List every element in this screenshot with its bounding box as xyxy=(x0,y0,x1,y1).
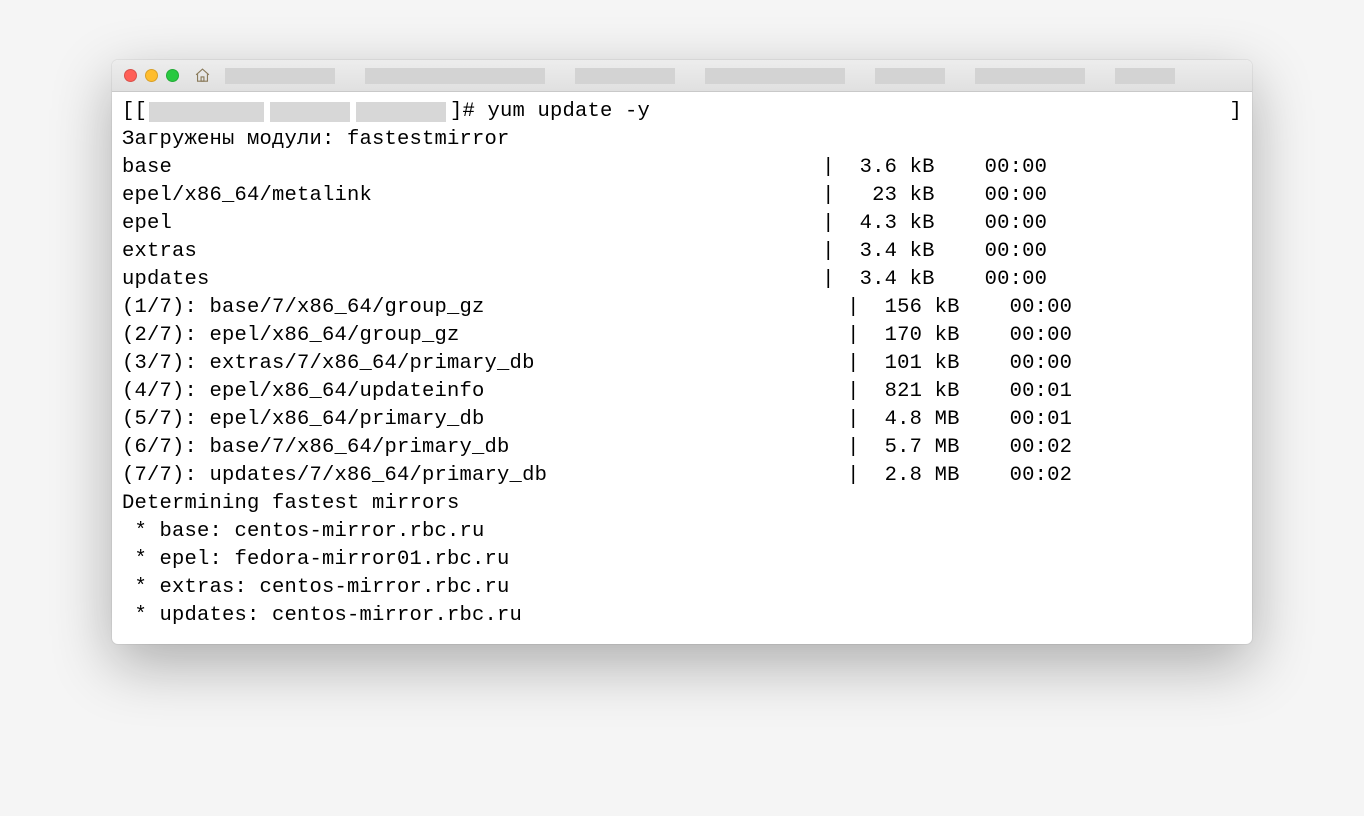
prompt-line: [[ ]# yum update -y] xyxy=(122,98,1242,126)
prompt-host-obscured xyxy=(149,102,264,122)
mirror-line: * extras: centos-mirror.rbc.ru xyxy=(122,574,1242,602)
prompt-command: ]# yum update -y xyxy=(450,98,650,126)
prompt-trailing-bracket: ] xyxy=(1229,98,1242,126)
repo-row: epel | 4.3 kB 00:00 xyxy=(122,210,1242,238)
download-row: (4/7): epel/x86_64/updateinfo | 821 kB 0… xyxy=(122,378,1242,406)
download-row: (3/7): extras/7/x86_64/primary_db | 101 … xyxy=(122,350,1242,378)
prompt-host-obscured xyxy=(270,102,350,122)
terminal-output[interactable]: [[ ]# yum update -y]Загружены модули: fas… xyxy=(112,92,1252,644)
terminal-window: [[ ]# yum update -y]Загружены модули: fas… xyxy=(112,60,1252,644)
window-title-obscured xyxy=(225,66,1240,86)
repo-row: updates | 3.4 kB 00:00 xyxy=(122,266,1242,294)
repo-row: epel/x86_64/metalink | 23 kB 00:00 xyxy=(122,182,1242,210)
window-titlebar xyxy=(112,60,1252,92)
download-row: (6/7): base/7/x86_64/primary_db | 5.7 MB… xyxy=(122,434,1242,462)
repo-row: extras | 3.4 kB 00:00 xyxy=(122,238,1242,266)
minimize-button[interactable] xyxy=(145,69,158,82)
home-icon xyxy=(193,67,211,85)
determining-line: Determining fastest mirrors xyxy=(122,490,1242,518)
mirror-line: * epel: fedora-mirror01.rbc.ru xyxy=(122,546,1242,574)
mirror-line: * base: centos-mirror.rbc.ru xyxy=(122,518,1242,546)
close-button[interactable] xyxy=(124,69,137,82)
prompt-host-obscured xyxy=(356,102,446,122)
mirror-line: * updates: centos-mirror.rbc.ru xyxy=(122,602,1242,630)
download-row: (2/7): epel/x86_64/group_gz | 170 kB 00:… xyxy=(122,322,1242,350)
download-row: (1/7): base/7/x86_64/group_gz | 156 kB 0… xyxy=(122,294,1242,322)
zoom-button[interactable] xyxy=(166,69,179,82)
prompt-prefix: [[ xyxy=(122,98,147,126)
download-row: (5/7): epel/x86_64/primary_db | 4.8 MB 0… xyxy=(122,406,1242,434)
modules-line: Загружены модули: fastestmirror xyxy=(122,126,1242,154)
repo-row: base | 3.6 kB 00:00 xyxy=(122,154,1242,182)
download-row: (7/7): updates/7/x86_64/primary_db | 2.8… xyxy=(122,462,1242,490)
